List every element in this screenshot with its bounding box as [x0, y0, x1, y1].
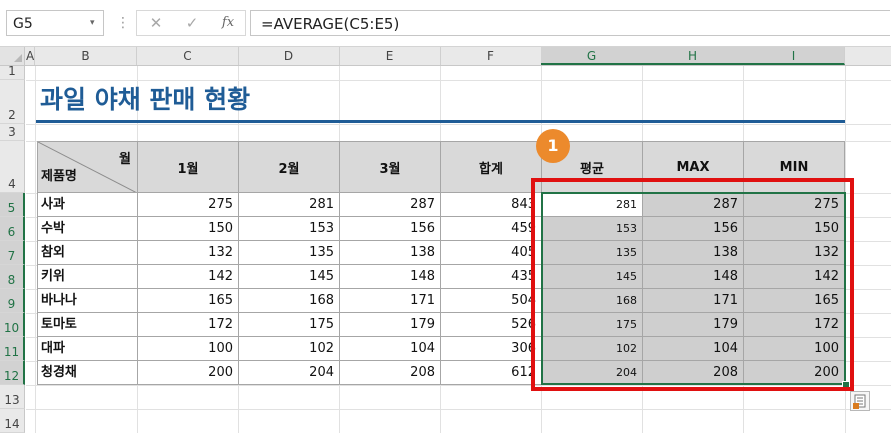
cell-sum[interactable]: 306 [440, 336, 542, 361]
column-header-d[interactable]: D [238, 47, 340, 65]
title-underline [36, 120, 845, 123]
cell-m3[interactable]: 104 [339, 336, 441, 361]
enter-icon[interactable]: ✓ [177, 11, 207, 35]
cell-m2[interactable]: 168 [238, 288, 340, 313]
cell-m3[interactable]: 138 [339, 240, 441, 265]
cell-m2[interactable]: 135 [238, 240, 340, 265]
cell-name[interactable]: 수박 [37, 216, 138, 241]
cell-name[interactable]: 사과 [37, 192, 138, 217]
cell-m1[interactable]: 165 [137, 288, 239, 313]
cell-m2[interactable]: 281 [238, 192, 340, 217]
row-header-12[interactable]: 12 [0, 361, 25, 385]
quick-analysis-icon [853, 394, 866, 409]
cell-m1[interactable]: 275 [137, 192, 239, 217]
highlight-box [531, 178, 854, 391]
cell-name[interactable]: 바나나 [37, 288, 138, 313]
formula-controls: ✕ ✓ fx [136, 10, 246, 36]
cell-m1[interactable]: 100 [137, 336, 239, 361]
cell-m2[interactable]: 204 [238, 360, 340, 385]
column-header-h[interactable]: H [642, 47, 744, 65]
cell-sum[interactable]: 526 [440, 312, 542, 337]
cell-m1[interactable]: 200 [137, 360, 239, 385]
row-header-2[interactable]: 2 [0, 80, 25, 124]
insert-function-icon[interactable]: fx [213, 11, 243, 35]
cell-name[interactable]: 토마토 [37, 312, 138, 337]
cell-m1[interactable]: 150 [137, 216, 239, 241]
cell-sum[interactable]: 612 [440, 360, 542, 385]
row-header-5[interactable]: 5 [0, 193, 25, 217]
name-box-dropdown-icon[interactable]: ▾ [90, 10, 104, 36]
column-header-i[interactable]: I [743, 47, 845, 65]
gridline [26, 409, 891, 410]
cell-m1[interactable]: 172 [137, 312, 239, 337]
header-sum[interactable]: 합계 [440, 141, 542, 193]
cell-m3[interactable]: 287 [339, 192, 441, 217]
corner-header-cell[interactable]: 월 제품명 [37, 141, 138, 193]
cell-m1[interactable]: 132 [137, 240, 239, 265]
row-header-6[interactable]: 6 [0, 217, 25, 241]
cell-m3[interactable]: 171 [339, 288, 441, 313]
sheet-title[interactable]: 과일 야채 판매 현황 [40, 84, 250, 116]
cell-m3[interactable]: 148 [339, 264, 441, 289]
cell-m2[interactable]: 102 [238, 336, 340, 361]
corner-header-month: 월 [119, 152, 131, 167]
cell-m3[interactable]: 208 [339, 360, 441, 385]
cell-sum[interactable]: 504 [440, 288, 542, 313]
cell-m1[interactable]: 142 [137, 264, 239, 289]
column-header-g[interactable]: G [541, 47, 643, 65]
cell-m2[interactable]: 175 [238, 312, 340, 337]
gridline [26, 124, 891, 125]
column-header-e[interactable]: E [339, 47, 441, 65]
cell-name[interactable]: 참외 [37, 240, 138, 265]
step-badge: 1 [536, 129, 570, 163]
row-header-4[interactable]: 4 [0, 141, 25, 193]
column-header-c[interactable]: C [137, 47, 239, 65]
cell-m2[interactable]: 153 [238, 216, 340, 241]
row-header-1[interactable]: 1 [0, 64, 25, 80]
cell-sum[interactable]: 843 [440, 192, 542, 217]
cell-m3[interactable]: 179 [339, 312, 441, 337]
column-header-a[interactable]: A [26, 47, 35, 65]
gridline [26, 80, 891, 81]
cell-m3[interactable]: 156 [339, 216, 441, 241]
corner-header-product: 제품명 [41, 169, 77, 184]
row-header-13[interactable]: 13 [0, 385, 25, 409]
header-jan[interactable]: 1월 [137, 141, 239, 193]
header-mar[interactable]: 3월 [339, 141, 441, 193]
cell-name[interactable]: 대파 [37, 336, 138, 361]
column-header-f[interactable]: F [440, 47, 542, 65]
cancel-icon[interactable]: ✕ [141, 11, 171, 35]
row-header-7[interactable]: 7 [0, 241, 25, 265]
row-header-3[interactable]: 3 [0, 124, 25, 141]
formula-input[interactable]: =AVERAGE(C5:E5) [250, 10, 890, 36]
cell-name[interactable]: 청경채 [37, 360, 138, 385]
cell-name[interactable]: 키위 [37, 264, 138, 289]
cell-m2[interactable]: 145 [238, 264, 340, 289]
row-header-14[interactable]: 14 [0, 409, 25, 433]
formula-bar-grip-icon[interactable]: ⋮ [116, 10, 130, 36]
row-header-8[interactable]: 8 [0, 265, 25, 289]
header-feb[interactable]: 2월 [238, 141, 340, 193]
cell-sum[interactable]: 405 [440, 240, 542, 265]
row-header-10[interactable]: 10 [0, 313, 25, 337]
row-header-9[interactable]: 9 [0, 289, 25, 313]
column-header-b[interactable]: B [35, 47, 137, 65]
select-all-triangle-icon [14, 54, 22, 62]
cell-sum[interactable]: 459 [440, 216, 542, 241]
cell-sum[interactable]: 435 [440, 264, 542, 289]
row-header-11[interactable]: 11 [0, 337, 25, 361]
